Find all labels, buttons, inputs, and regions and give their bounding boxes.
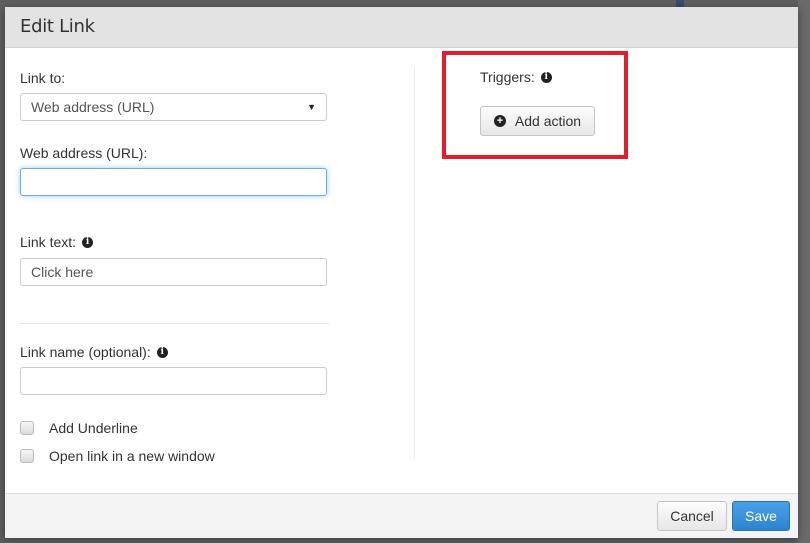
triggers-label-text: Triggers: <box>480 69 535 85</box>
dialog-title: Edit Link <box>20 16 95 37</box>
section-divider <box>20 323 329 324</box>
add-action-button[interactable]: + Add action <box>480 106 595 136</box>
cancel-button[interactable]: Cancel <box>657 501 727 531</box>
link-name-input[interactable] <box>20 367 327 395</box>
annotation-highlight-box <box>442 51 628 159</box>
add-underline-label[interactable]: Add Underline <box>49 420 138 436</box>
link-to-select[interactable]: Web address (URL) ▼ <box>20 93 327 121</box>
info-icon[interactable]: i <box>82 236 94 248</box>
web-address-label-text: Web address (URL): <box>20 145 148 161</box>
link-to-label-text: Link to: <box>20 70 66 86</box>
web-address-label: Web address (URL): <box>20 145 147 161</box>
caret-down-icon: ▼ <box>307 102 316 112</box>
link-name-label-text: Link name (optional): <box>20 344 151 360</box>
link-text-label: Link text: i <box>20 234 94 250</box>
save-label: Save <box>745 508 777 524</box>
link-to-label: Link to: <box>20 70 65 86</box>
link-text-input[interactable]: Click here <box>20 258 327 286</box>
info-icon[interactable]: i <box>156 346 168 358</box>
column-divider <box>414 67 415 459</box>
info-icon[interactable]: i <box>540 71 552 83</box>
add-action-label: Add action <box>514 113 582 129</box>
save-button[interactable]: Save <box>732 501 790 531</box>
link-to-selected-value: Web address (URL) <box>31 99 155 115</box>
plus-circle-icon: + <box>493 115 506 127</box>
dialog-header: Edit Link <box>5 7 798 48</box>
link-name-label: Link name (optional): i <box>20 344 168 360</box>
edit-link-dialog: Edit Link Link to: Web address (URL) ▼ W… <box>5 7 798 538</box>
open-new-window-label[interactable]: Open link in a new window <box>49 448 215 464</box>
link-text-label-text: Link text: <box>20 234 77 250</box>
cancel-label: Cancel <box>670 508 714 524</box>
backdrop-element <box>676 0 684 7</box>
open-new-window-checkbox[interactable] <box>20 449 34 463</box>
link-text-value: Click here <box>31 264 94 280</box>
web-address-input[interactable] <box>20 168 327 196</box>
page-backdrop <box>798 0 810 543</box>
triggers-label: Triggers: i <box>480 69 552 85</box>
add-underline-checkbox[interactable] <box>20 421 34 435</box>
